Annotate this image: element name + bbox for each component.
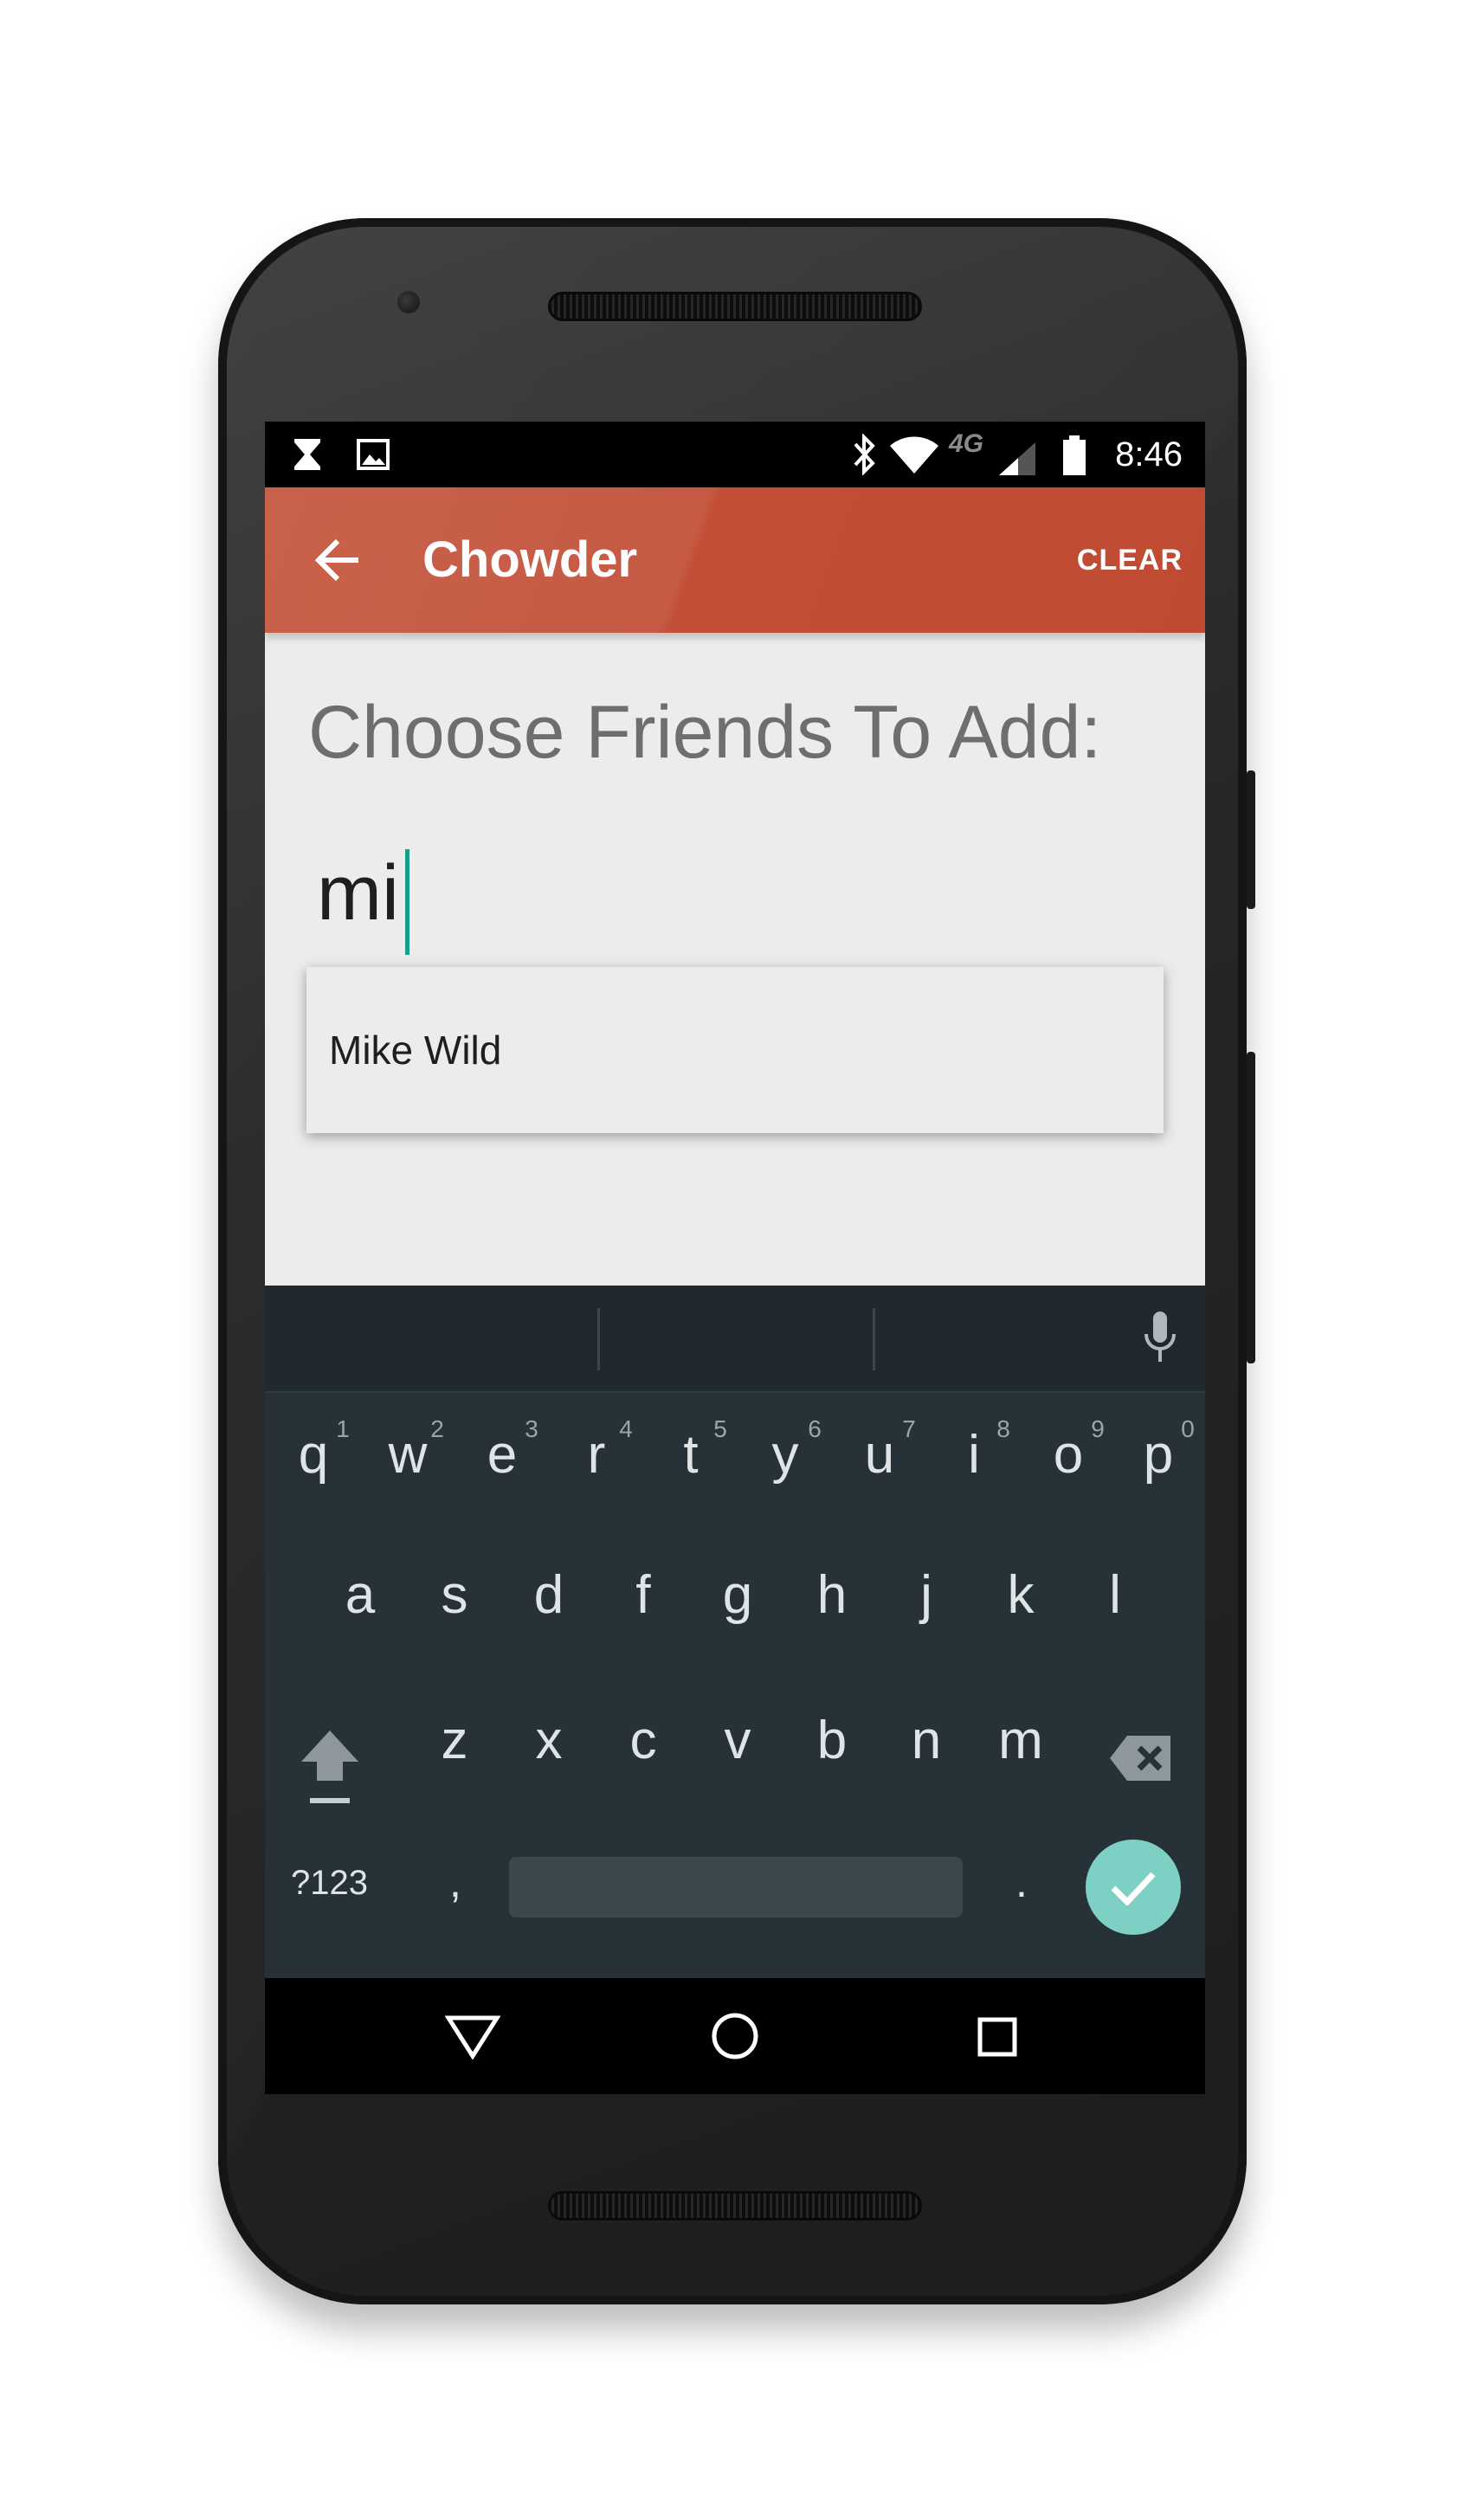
key-b[interactable]: b — [789, 1710, 875, 1771]
battery-icon — [1063, 435, 1086, 475]
key-a[interactable]: a — [317, 1564, 403, 1626]
key-j[interactable]: j — [883, 1564, 970, 1626]
backspace-icon[interactable] — [1108, 1734, 1174, 1782]
suggestion-strip — [265, 1286, 1205, 1393]
comma-key[interactable]: , — [412, 1857, 499, 1907]
microphone-icon[interactable] — [1141, 1310, 1179, 1367]
key-e[interactable]: e — [459, 1424, 545, 1486]
period-key[interactable]: . — [978, 1857, 1065, 1907]
network-type-label: 4G — [949, 429, 984, 458]
text-cursor — [405, 849, 409, 955]
key-n[interactable]: n — [883, 1710, 970, 1771]
key-o[interactable]: o — [1025, 1424, 1112, 1486]
key-c[interactable]: c — [600, 1710, 687, 1771]
bluetooth-icon — [854, 434, 875, 475]
key-w[interactable]: w — [364, 1424, 451, 1486]
image-icon — [357, 439, 390, 470]
key-q[interactable]: q — [270, 1424, 357, 1486]
key-z[interactable]: z — [411, 1710, 498, 1771]
suggestion-dropdown: Mike Wild — [306, 967, 1164, 1133]
status-time: 8:46 — [1115, 435, 1183, 474]
navigation-bar — [265, 1978, 1205, 2094]
recents-square-icon[interactable] — [977, 2016, 1018, 2058]
bottom-speaker-grille — [548, 2191, 922, 2220]
key-s[interactable]: s — [411, 1564, 498, 1626]
home-circle-icon[interactable] — [710, 2011, 760, 2061]
top-speaker-grille — [548, 292, 922, 321]
key-t[interactable]: t — [648, 1424, 734, 1486]
soft-keyboard: 1 q 2 w 3 e 4 r 5 t 6 y 7 u 8 i 9 o 0 p … — [265, 1286, 1205, 1978]
power-button — [1247, 770, 1255, 909]
key-f[interactable]: f — [600, 1564, 687, 1626]
volume-button — [1247, 1052, 1255, 1363]
key-x[interactable]: x — [506, 1710, 592, 1771]
key-r[interactable]: r — [553, 1424, 640, 1486]
signal-icon — [999, 442, 1035, 475]
key-m[interactable]: m — [977, 1710, 1064, 1771]
app-bar: Chowder CLEAR — [265, 487, 1205, 633]
app-title: Chowder — [422, 532, 638, 588]
screen: 4G 8:46 Chowder CLEAR Choose Friends To … — [265, 422, 1205, 2094]
key-l[interactable]: l — [1072, 1564, 1158, 1626]
front-camera — [397, 291, 420, 313]
key-h[interactable]: h — [789, 1564, 875, 1626]
space-bar[interactable] — [509, 1857, 963, 1917]
key-i[interactable]: i — [931, 1424, 1017, 1486]
back-arrow-icon[interactable] — [312, 534, 364, 586]
key-p[interactable]: p — [1115, 1424, 1202, 1486]
symbols-key[interactable]: ?123 — [291, 1864, 368, 1903]
enter-key[interactable] — [1086, 1840, 1181, 1935]
key-g[interactable]: g — [694, 1564, 781, 1626]
checkmark-icon — [1111, 1872, 1156, 1905]
suggestion-item[interactable]: Mike Wild — [329, 967, 501, 1133]
key-y[interactable]: y — [742, 1424, 828, 1486]
key-v[interactable]: v — [694, 1710, 781, 1771]
key-u[interactable]: u — [836, 1424, 923, 1486]
key-k[interactable]: k — [977, 1564, 1064, 1626]
status-bar: 4G 8:46 — [265, 422, 1205, 487]
back-triangle-icon[interactable] — [445, 2014, 500, 2059]
page-heading: Choose Friends To Add: — [308, 691, 1102, 774]
hourglass-icon — [294, 439, 320, 470]
key-d[interactable]: d — [506, 1564, 592, 1626]
shift-icon[interactable] — [298, 1727, 362, 1810]
friend-search-input[interactable]: mi — [317, 837, 399, 950]
wifi-icon — [890, 436, 938, 474]
clear-button[interactable]: CLEAR — [1077, 487, 1183, 633]
